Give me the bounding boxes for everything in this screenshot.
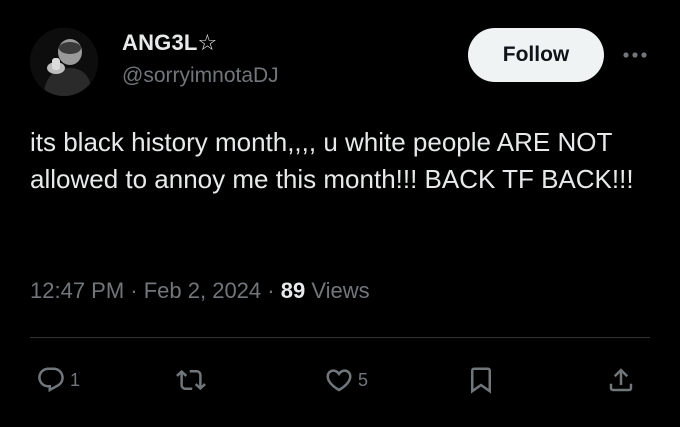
meta-separator: · [261,278,281,303]
more-dots-icon [623,52,647,58]
reply-button[interactable]: 1 [36,362,80,398]
reply-count: 1 [70,369,81,390]
avatar-photo [30,28,98,96]
views-count: 89 [280,278,306,303]
tweet-text: its black history month,,,, u white peop… [30,127,634,194]
like-count: 5 [358,369,369,390]
heart-icon [326,369,352,392]
reply-icon [38,367,64,393]
views-label: Views [305,278,370,303]
tweet-time[interactable]: 12:47 PM [30,278,124,303]
tweet: ANG3L☆ @sorryimnotaDJ Follow its black h… [0,0,680,427]
display-name[interactable]: ANG3L☆ [122,30,217,56]
divider [30,337,650,338]
username-handle[interactable]: @sorryimnotaDJ [122,64,279,88]
bookmark-button[interactable] [466,362,496,398]
repost-button[interactable] [176,362,206,398]
avatar[interactable] [30,28,98,96]
repost-icon [176,369,206,391]
bookmark-icon [471,367,491,394]
more-options-button[interactable] [620,40,650,70]
share-button[interactable] [606,362,636,398]
meta-separator: · [124,278,144,303]
follow-button[interactable]: Follow [468,28,604,82]
tweet-meta: 12:47 PM · Feb 2, 2024 · 89 Views [30,278,370,304]
tweet-date[interactable]: Feb 2, 2024 [144,278,261,303]
like-button[interactable]: 5 [324,362,368,398]
share-icon [609,368,633,392]
